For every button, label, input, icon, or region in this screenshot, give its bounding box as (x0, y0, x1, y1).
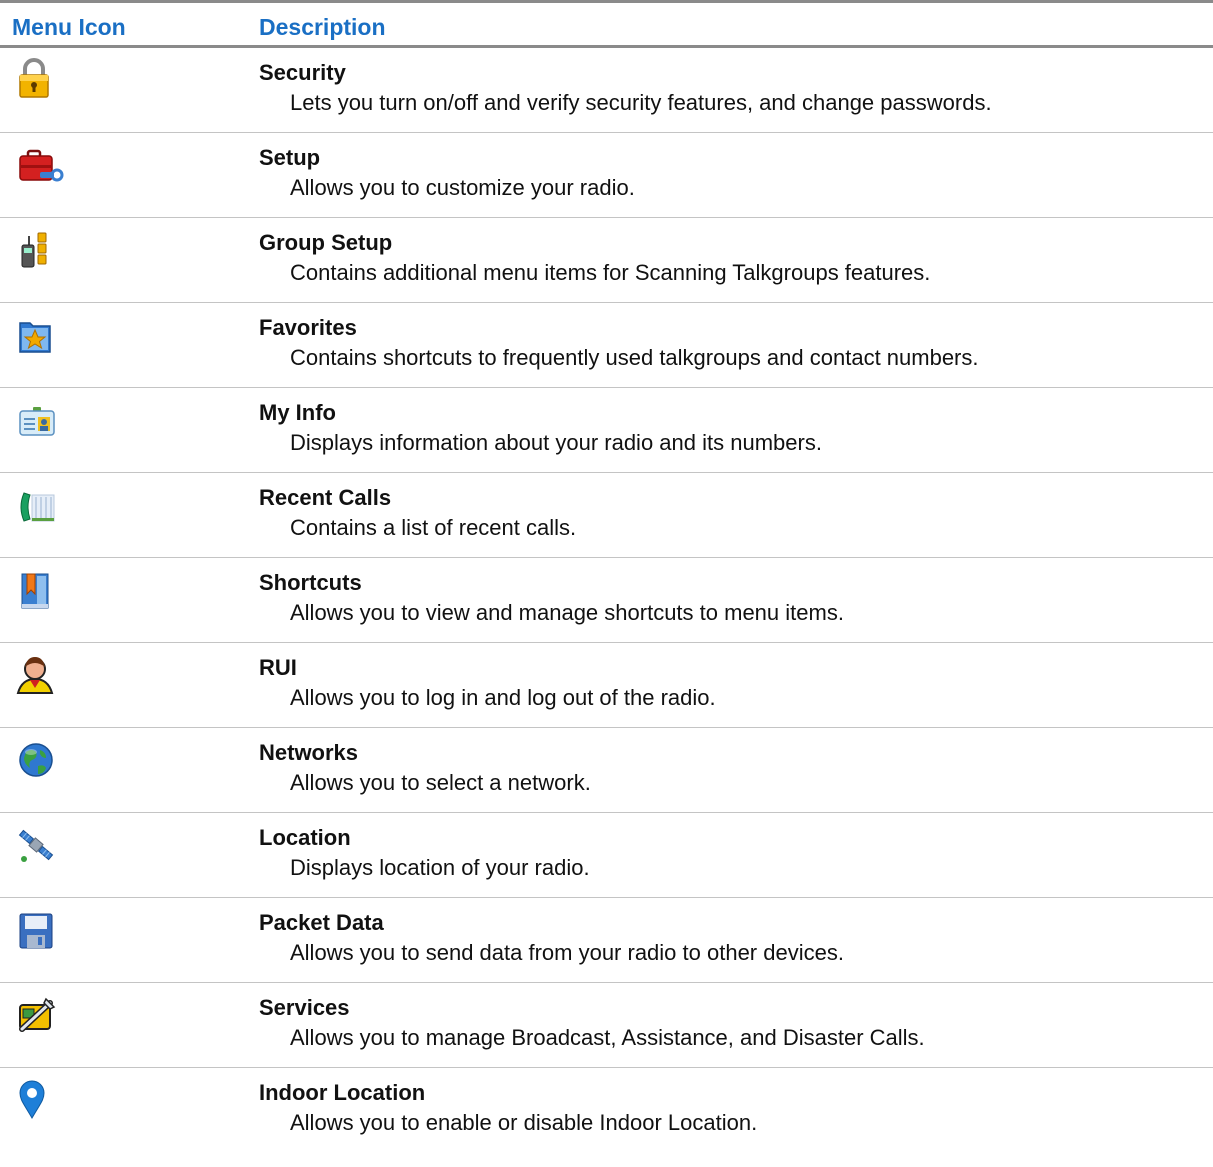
star-folder-icon (10, 313, 70, 357)
item-title: Networks (259, 740, 359, 765)
table-row-favorites: Favorites Contains shortcuts to frequent… (0, 303, 1213, 388)
padlock-icon (10, 58, 70, 102)
phone-list-icon (10, 483, 70, 527)
item-title: Location (259, 825, 351, 850)
table-row-recent-calls: Recent Calls Contains a list of recent c… (0, 473, 1213, 558)
item-title: Services (259, 995, 350, 1020)
item-title: Packet Data (259, 910, 384, 935)
table-row-rui: RUI Allows you to log in and log out of … (0, 643, 1213, 728)
table-row-group-setup: Group Setup Contains additional menu ite… (0, 218, 1213, 303)
item-description: Allows you to view and manage shortcuts … (290, 600, 844, 625)
item-title: My Info (259, 400, 336, 425)
id-card-icon (10, 398, 70, 442)
item-title: Security (259, 60, 346, 85)
item-title: Indoor Location (259, 1080, 426, 1105)
item-description: Allows you to customize your radio. (290, 175, 635, 200)
table-row-my-info: My Info Displays information about your … (0, 388, 1213, 473)
item-description: Lets you turn on/off and verify security… (290, 90, 992, 115)
map-pin-icon (10, 1078, 70, 1122)
item-description: Displays information about your radio an… (290, 430, 822, 455)
table-row-networks: Networks Allows you to select a network. (0, 728, 1213, 813)
table-row-setup: Setup Allows you to customize your radio… (0, 133, 1213, 218)
table-row-services: Services Allows you to manage Broadcast,… (0, 983, 1213, 1068)
services-tools-icon (10, 993, 70, 1037)
item-title: RUI (259, 655, 297, 680)
item-title: Group Setup (259, 230, 393, 255)
column-header-description: Description (259, 14, 386, 40)
table-row-indoor-location: Indoor Location Allows you to enable or … (0, 1068, 1213, 1153)
menu-icon-table: Menu Icon Description Security Lets you … (0, 0, 1213, 1153)
radio-group-icon (10, 228, 70, 272)
table-row-packet-data: Packet Data Allows you to send data from… (0, 898, 1213, 983)
table-row-location: Location Displays location of your radio… (0, 813, 1213, 898)
bookmark-book-icon (10, 568, 70, 612)
globe-icon (10, 738, 70, 782)
floppy-disk-icon (10, 908, 70, 952)
item-description: Allows you to send data from your radio … (290, 940, 844, 965)
item-description: Allows you to log in and log out of the … (290, 685, 716, 710)
item-description: Displays location of your radio. (290, 855, 590, 880)
item-description: Allows you to enable or disable Indoor L… (290, 1110, 758, 1135)
item-title: Recent Calls (259, 485, 392, 510)
table-header: Menu Icon Description (0, 0, 1213, 48)
satellite-icon (10, 823, 70, 867)
column-header-menu-icon: Menu Icon (12, 14, 126, 40)
table-row-shortcuts: Shortcuts Allows you to view and manage … (0, 558, 1213, 643)
item-description: Contains a list of recent calls. (290, 515, 577, 540)
item-title: Shortcuts (259, 570, 362, 595)
toolbox-icon (10, 143, 70, 187)
item-description: Contains shortcuts to frequently used ta… (290, 345, 979, 370)
table-row-security: Security Lets you turn on/off and verify… (0, 48, 1213, 133)
item-description: Contains additional menu items for Scann… (290, 260, 931, 285)
item-description: Allows you to select a network. (290, 770, 591, 795)
item-title: Favorites (259, 315, 357, 340)
item-description: Allows you to manage Broadcast, Assistan… (290, 1025, 925, 1050)
user-icon (10, 653, 70, 697)
item-title: Setup (259, 145, 321, 170)
